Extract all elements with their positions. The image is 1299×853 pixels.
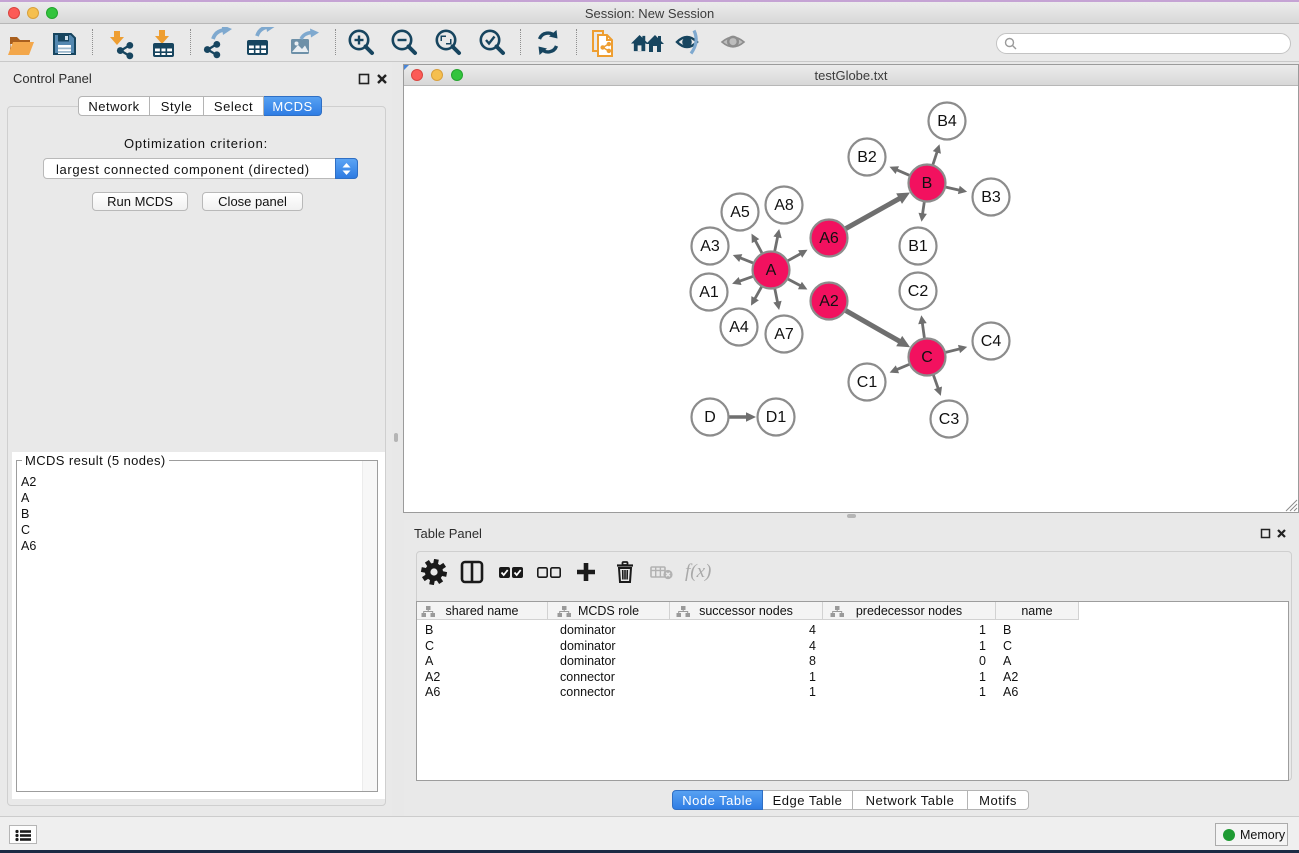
svg-text:A4: A4 [729,319,749,336]
svg-text:A8: A8 [774,197,794,214]
svg-text:A7: A7 [774,326,794,343]
svg-text:A2: A2 [819,293,839,310]
svg-text:B: B [922,175,933,192]
svg-text:A5: A5 [730,204,750,221]
svg-text:C4: C4 [981,333,1002,350]
svg-text:D1: D1 [766,409,787,426]
svg-text:D: D [704,409,716,426]
svg-text:C: C [921,349,933,366]
svg-text:B3: B3 [981,189,1001,206]
svg-text:C3: C3 [939,411,960,428]
svg-text:C1: C1 [857,374,878,391]
svg-text:C2: C2 [908,283,929,300]
svg-text:B2: B2 [857,149,877,166]
svg-text:A3: A3 [700,238,720,255]
svg-text:A6: A6 [819,230,839,247]
svg-text:A1: A1 [699,284,719,301]
svg-text:B4: B4 [937,113,957,130]
svg-text:B1: B1 [908,238,928,255]
svg-text:A: A [766,262,777,279]
